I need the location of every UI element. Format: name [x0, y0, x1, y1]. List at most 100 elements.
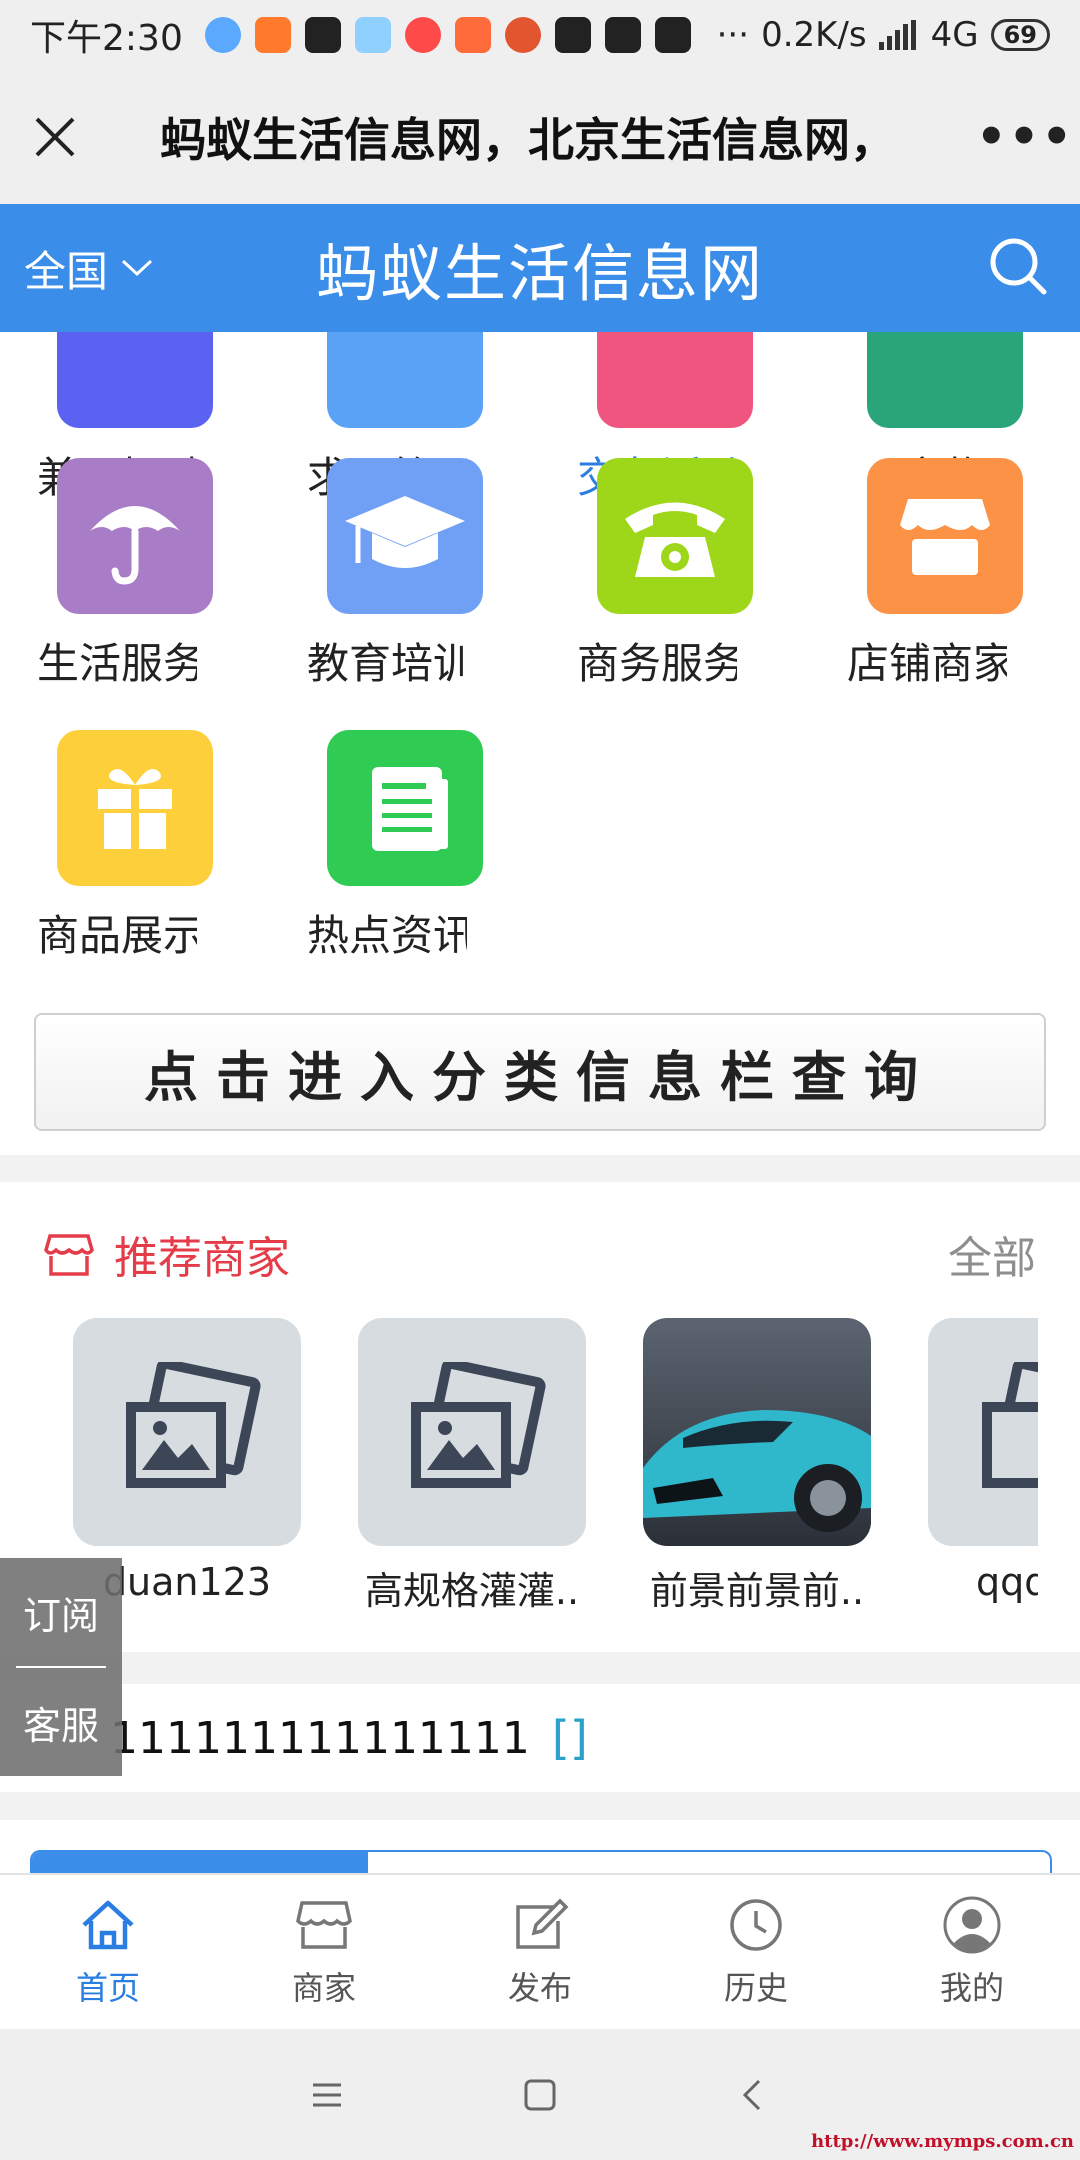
- food-app-icon: [504, 17, 541, 53]
- clock-icon: [730, 1899, 782, 1951]
- category-query-button[interactable]: 点击进入分类信息栏查询: [34, 1013, 1046, 1131]
- newspaper-icon: [372, 767, 448, 851]
- nav-merchants[interactable]: 商家: [216, 1875, 432, 2029]
- notification-icons: [204, 17, 691, 53]
- subscribe-button[interactable]: 订阅: [0, 1558, 122, 1666]
- tiktok-icon: [554, 17, 591, 53]
- category-icon: [57, 730, 213, 886]
- notice-bar[interactable]: 111111111111111 []: [0, 1684, 1080, 1792]
- tiktok-icon: [654, 17, 691, 53]
- merchant-name: 高规格灌灌..: [364, 1569, 580, 1613]
- merchants-title: 推荐商家: [114, 1233, 290, 1284]
- notice-text: 111111111111111: [110, 1712, 530, 1764]
- category-item-news[interactable]: 热点资讯: [307, 730, 507, 963]
- kuaishou-icon: [454, 17, 491, 53]
- category-label: 店铺商家: [847, 639, 1007, 688]
- image-placeholder-icon: [126, 1362, 261, 1488]
- store-icon: [44, 1234, 94, 1276]
- overflow-dots: ···: [716, 15, 750, 55]
- sports-car-image: [643, 1410, 871, 1532]
- merchant-placeholder-image: [358, 1318, 586, 1546]
- merchant-card[interactable]: 高规格灌灌..: [358, 1318, 586, 1615]
- tiktok-icon: [604, 17, 641, 53]
- webview-title: 蚂蚁生活信息网，北京生活信息网，: [160, 113, 896, 167]
- status-time: 下午2:30: [30, 18, 183, 59]
- watermark: http://www.mymps.com.cn: [811, 2131, 1074, 2152]
- merchant-placeholder-image: [73, 1318, 301, 1546]
- category-icon: [327, 332, 483, 428]
- signal-icon: [878, 20, 916, 50]
- category-grid: 兼职招聘 求职简历 交友活动 宠物 生活服务 教育培训 商务服务 店铺商家: [0, 332, 1080, 1007]
- merchants-all-link[interactable]: 全部: [948, 1222, 1036, 1286]
- nav-history[interactable]: 历史: [648, 1875, 864, 2029]
- category-item-life-service[interactable]: 生活服务: [37, 458, 237, 691]
- category-item-education[interactable]: 教育培训: [307, 458, 507, 691]
- close-icon: [35, 117, 75, 157]
- kuaishou-icon: [254, 17, 291, 53]
- category-label: 热点资讯: [307, 911, 467, 960]
- image-placeholder-icon: [982, 1362, 1038, 1488]
- merchant-name: qqq: [976, 1560, 1038, 1604]
- category-icon: [597, 332, 753, 428]
- shop-icon: [900, 499, 990, 575]
- network-type: 4G: [930, 15, 979, 55]
- category-label: 商务服务: [577, 639, 737, 688]
- category-icon: [327, 730, 483, 886]
- nav-home[interactable]: 首页: [0, 1875, 216, 2029]
- site-name: 蚂蚁生活信息网: [315, 237, 764, 310]
- city-selector[interactable]: 全国: [24, 238, 154, 299]
- category-item-business[interactable]: 商务服务: [577, 458, 777, 691]
- category-icon: [57, 458, 213, 614]
- category-icon: [57, 332, 213, 428]
- category-item-shops[interactable]: 店铺商家: [847, 458, 1047, 691]
- city-label: 全国: [24, 246, 109, 296]
- mascot-app-icon: [404, 17, 441, 53]
- life-app-icon: [354, 17, 391, 53]
- merchant-name: 前景前景前..: [649, 1569, 865, 1613]
- merchant-car-image: [643, 1318, 871, 1546]
- tiktok-icon: [304, 17, 341, 53]
- customer-service-button[interactable]: 客服: [0, 1668, 122, 1776]
- battery-indicator: 69: [990, 19, 1050, 51]
- category-label: 教育培训: [307, 639, 467, 688]
- merchant-card[interactable]: 前景前景前..: [643, 1318, 871, 1615]
- status-bar: 下午2:30 ··· 0.2K/s 4G 69: [0, 0, 1080, 70]
- menu-icon[interactable]: [307, 2075, 347, 2115]
- nav-publish[interactable]: 发布: [432, 1875, 648, 2029]
- nav-label: 商家: [291, 1969, 356, 2007]
- umbrella-icon: [90, 506, 180, 585]
- bottom-nav: 首页 商家 发布 历史 我的: [0, 1873, 1080, 2029]
- category-icon: [597, 458, 753, 614]
- notice-bracket: []: [551, 1711, 588, 1765]
- close-button[interactable]: [0, 70, 110, 204]
- nav-label: 历史: [723, 1969, 788, 2007]
- gift-icon: [98, 769, 172, 849]
- side-float-panel: 订阅 客服: [0, 1558, 122, 1776]
- query-section: 点击进入分类信息栏查询: [0, 1007, 1080, 1155]
- category-item-products[interactable]: 商品展示: [37, 730, 237, 963]
- nav-profile[interactable]: 我的: [864, 1875, 1080, 2029]
- category-label: 商品展示: [37, 911, 197, 960]
- home-square-icon[interactable]: [520, 2075, 560, 2115]
- merchants-header: 推荐商家: [44, 1222, 290, 1286]
- store-icon: [296, 1901, 352, 1949]
- site-header: 全国 蚂蚁生活信息网: [0, 204, 1080, 332]
- graduation-cap-icon: [345, 496, 465, 568]
- network-speed: 0.2K/s: [761, 15, 867, 55]
- next-section: [0, 1820, 1080, 1880]
- home-icon: [82, 1900, 134, 1950]
- webview-title-bar: 蚂蚁生活信息网，北京生活信息网， •••: [0, 70, 1080, 204]
- edit-icon: [516, 1898, 569, 1949]
- image-placeholder-icon: [411, 1362, 546, 1488]
- category-label: 生活服务: [37, 639, 197, 688]
- nav-label: 首页: [75, 1969, 140, 2007]
- merchant-card[interactable]: qqq: [928, 1318, 1038, 1604]
- search-icon[interactable]: [986, 234, 1050, 298]
- chevron-down-icon: [121, 259, 153, 277]
- more-button[interactable]: •••: [970, 109, 1080, 165]
- back-icon[interactable]: [733, 2075, 773, 2115]
- category-icon: [327, 458, 483, 614]
- qq-icon: [204, 17, 241, 53]
- category-icon: [867, 458, 1023, 614]
- merchant-placeholder-image: [928, 1318, 1038, 1546]
